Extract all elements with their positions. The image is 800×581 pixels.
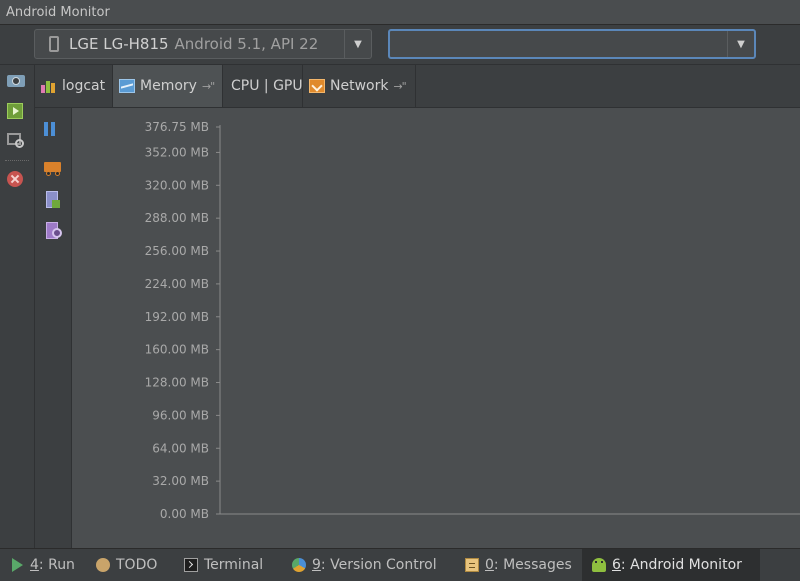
shortcut-key: 0: [485, 557, 494, 573]
chevron-down-icon[interactable]: ▼: [345, 30, 371, 58]
shortcut-key: 6: [612, 557, 621, 573]
shortcut-key: 9: [312, 557, 321, 573]
memory-chart: 376.75 MB 352.00 MB 320.00 MB 288.00 MB 256.…: [72, 108, 800, 548]
phone-icon: [49, 36, 59, 52]
run-tool-button[interactable]: 4: Run: [0, 549, 85, 581]
garbage-collect-icon[interactable]: [44, 158, 62, 178]
network-icon: [309, 79, 325, 93]
monitor-side-toolbar: [0, 65, 35, 548]
y-tick-label: 32.00 MB: [152, 474, 209, 488]
tool-label: Terminal: [204, 557, 264, 573]
todo-tool-button[interactable]: TODO: [86, 549, 172, 581]
y-tick-label: 0.00 MB: [160, 507, 209, 521]
monitor-tabs: logcat Memory →" CPU | GPU Network →": [35, 65, 800, 108]
tab-network[interactable]: Network →": [303, 65, 416, 107]
memory-tools: [35, 108, 72, 548]
y-tick-label: 376.75 MB: [145, 120, 209, 134]
tab-label: logcat: [62, 78, 106, 94]
terminal-icon: [184, 558, 198, 572]
y-tick-label: 128.00 MB: [145, 376, 209, 390]
android-icon: [592, 558, 606, 572]
screen-record-icon[interactable]: [7, 103, 27, 121]
y-tick-label: 64.00 MB: [152, 441, 209, 455]
camera-icon[interactable]: [7, 71, 27, 89]
device-selector[interactable]: LGE LG-H815 Android 5.1, API 22 ▼: [34, 29, 372, 59]
y-tick-label: 256.00 MB: [145, 244, 209, 258]
pause-icon[interactable]: [44, 122, 62, 142]
logcat-icon: [41, 79, 57, 93]
window-title: Android Monitor: [0, 0, 800, 25]
chevron-down-icon[interactable]: ▼: [728, 31, 754, 57]
tool-label: TODO: [116, 557, 158, 573]
y-tick-label: 96.00 MB: [152, 408, 209, 422]
memory-chart-svg: 376.75 MB 352.00 MB 320.00 MB 288.00 MB 256.…: [145, 120, 800, 521]
allocation-tracker-icon[interactable]: [44, 222, 62, 242]
pin-icon[interactable]: →": [393, 80, 406, 93]
tool-label: : Run: [38, 557, 75, 573]
shortcut-key: 4: [30, 557, 39, 573]
y-tick-label: 160.00 MB: [145, 343, 209, 357]
version-control-tool-button[interactable]: 9: Version Control: [282, 549, 452, 581]
device-api: Android 5.1, API 22: [174, 35, 319, 53]
dump-heap-icon[interactable]: [44, 191, 62, 211]
y-tick-label: 224.00 MB: [145, 277, 209, 291]
device-name: LGE LG-H815: [69, 35, 169, 53]
y-tick-label: 320.00 MB: [145, 178, 209, 192]
tool-label: : Version Control: [320, 557, 437, 573]
system-info-icon[interactable]: [7, 133, 27, 151]
tool-window-bar: 4: Run TODO Terminal 9: Version Control …: [0, 548, 800, 581]
android-monitor-tool-button[interactable]: 6: Android Monitor: [582, 549, 760, 581]
y-tick-label: 352.00 MB: [145, 145, 209, 159]
run-icon: [10, 558, 24, 572]
tab-label: Memory: [140, 78, 197, 94]
tool-label: : Android Monitor: [620, 557, 742, 573]
y-tick-label: 288.00 MB: [145, 211, 209, 225]
pin-icon[interactable]: →": [202, 80, 215, 93]
tab-label: Network: [330, 78, 389, 94]
version-control-icon: [292, 558, 306, 572]
tool-label: : Messages: [493, 557, 572, 573]
toolbar-divider: [5, 160, 29, 161]
device-toolbar: LGE LG-H815 Android 5.1, API 22 ▼ ▼: [0, 26, 800, 65]
process-selector[interactable]: ▼: [388, 29, 756, 59]
todo-icon: [96, 558, 110, 572]
tab-logcat[interactable]: logcat: [35, 65, 113, 107]
tab-memory[interactable]: Memory →": [113, 65, 223, 107]
tab-label: CPU | GPU: [231, 78, 303, 94]
messages-tool-button[interactable]: 0: Messages: [455, 549, 580, 581]
tab-cpu-gpu[interactable]: CPU | GPU: [223, 65, 303, 107]
terminal-tool-button[interactable]: Terminal: [174, 549, 279, 581]
y-tick-label: 192.00 MB: [145, 310, 209, 324]
memory-icon: [119, 79, 135, 93]
messages-icon: [465, 558, 479, 572]
terminate-icon[interactable]: [7, 171, 27, 189]
